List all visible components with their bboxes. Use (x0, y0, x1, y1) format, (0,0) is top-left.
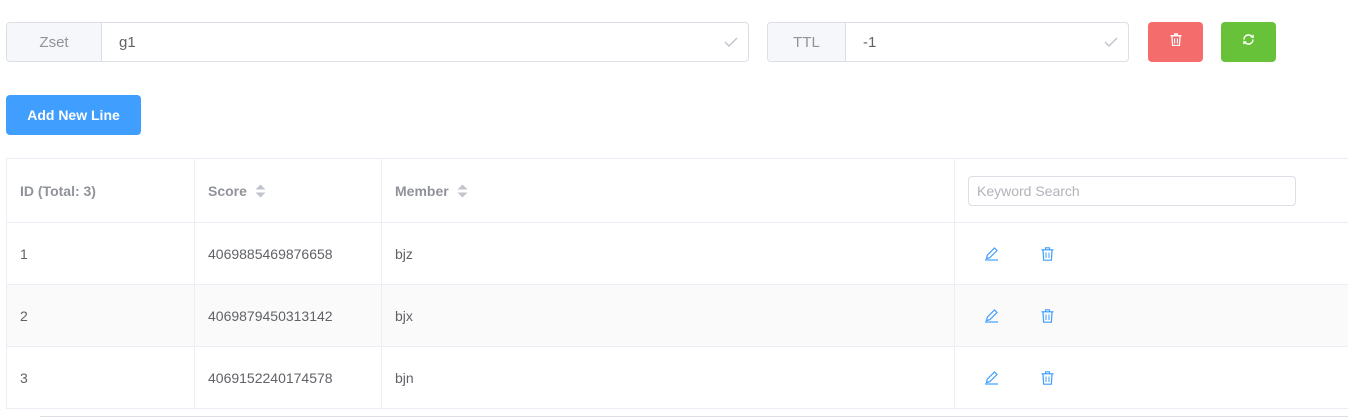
trash-icon (1170, 33, 1182, 51)
key-name-field[interactable]: Zset g1 (6, 22, 749, 62)
horizontal-scrollbar[interactable] (40, 416, 1348, 420)
add-new-line-button[interactable]: Add New Line (6, 95, 141, 135)
header-member-label: Member (395, 182, 449, 199)
row-member: bjz (381, 223, 954, 284)
row-score: 4069879450313142 (194, 285, 381, 346)
row-id: 1 (6, 223, 194, 284)
row-actions (954, 347, 1348, 408)
row-id: 3 (6, 347, 194, 408)
delete-row-icon[interactable] (1039, 308, 1055, 324)
table-row: 2 4069879450313142 bjx (6, 285, 1348, 347)
edit-icon[interactable] (983, 308, 999, 324)
keyword-search-input[interactable]: Keyword Search (968, 175, 1296, 206)
header-score-label: Score (208, 182, 247, 199)
table-row: 1 4069885469876658 bjz (6, 223, 1348, 285)
delete-row-icon[interactable] (1039, 370, 1055, 386)
refresh-icon (1242, 33, 1255, 51)
header-operations: Keyword Search (954, 159, 1348, 222)
zset-table: ID (Total: 3) Score Member Keyword Searc… (6, 158, 1348, 409)
header-member[interactable]: Member (381, 159, 954, 222)
row-member: bjx (381, 285, 954, 346)
row-actions (954, 223, 1348, 284)
edit-icon[interactable] (983, 370, 999, 386)
row-actions (954, 285, 1348, 346)
row-score: 4069885469876658 (194, 223, 381, 284)
delete-row-icon[interactable] (1039, 246, 1055, 262)
sort-icon[interactable] (255, 184, 266, 198)
sort-icon[interactable] (457, 184, 468, 198)
row-member: bjn (381, 347, 954, 408)
delete-key-button[interactable] (1148, 22, 1203, 62)
key-name-value[interactable]: g1 (102, 23, 714, 61)
key-type-label: Zset (7, 23, 102, 61)
header-id: ID (Total: 3) (6, 159, 194, 222)
check-icon[interactable] (714, 23, 748, 61)
refresh-button[interactable] (1221, 22, 1276, 62)
row-score: 4069152240174578 (194, 347, 381, 408)
header-score[interactable]: Score (194, 159, 381, 222)
table-row: 3 4069152240174578 bjn (6, 347, 1348, 409)
table-header-row: ID (Total: 3) Score Member Keyword Searc… (6, 159, 1348, 223)
row-id: 2 (6, 285, 194, 346)
ttl-label: TTL (768, 23, 846, 61)
ttl-field[interactable]: TTL -1 (767, 22, 1129, 62)
edit-icon[interactable] (983, 246, 999, 262)
check-icon[interactable] (1094, 23, 1128, 61)
ttl-value[interactable]: -1 (846, 23, 1094, 61)
